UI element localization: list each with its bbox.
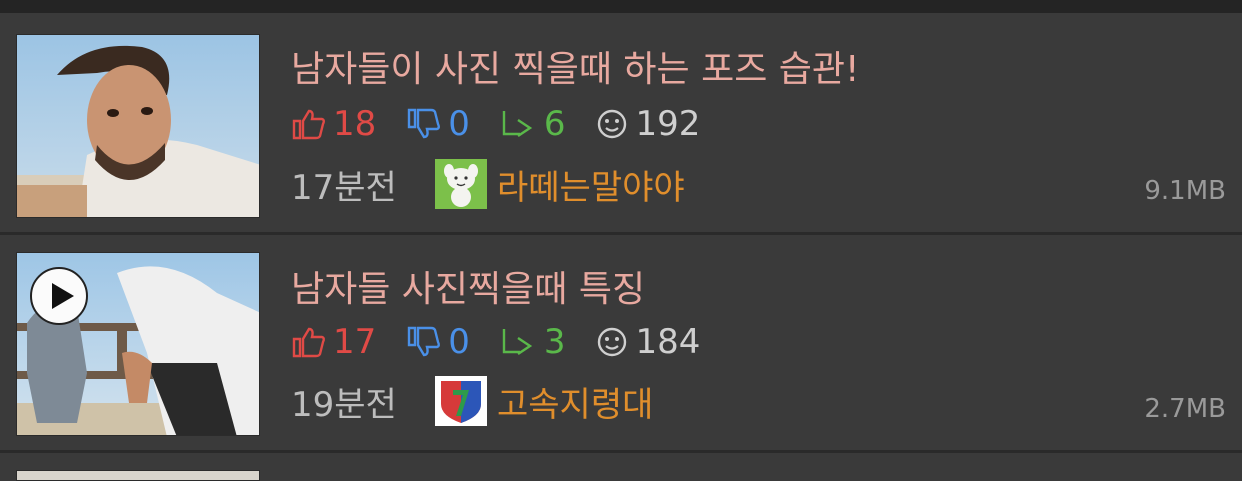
thumbs-up-icon: [292, 327, 325, 358]
dislike-stat[interactable]: 0: [406, 104, 470, 144]
cartoon-animal-avatar-icon[interactable]: [435, 159, 487, 209]
share-arrow-icon: [502, 111, 533, 137]
thumbs-up-icon: [292, 109, 325, 140]
share-count: 6: [543, 104, 566, 144]
thumbs-down-icon: [408, 326, 441, 357]
post-stats: 18 0 6 192: [291, 104, 730, 144]
list-item[interactable]: [0, 453, 1242, 481]
like-count: 18: [333, 104, 377, 144]
like-stat[interactable]: 18: [291, 104, 376, 144]
smiley-icon: [597, 327, 626, 357]
dislike-stat[interactable]: 0: [406, 322, 470, 362]
dislike-count: 0: [448, 322, 470, 362]
author-name[interactable]: 라떼는말야야: [497, 160, 685, 209]
post-meta: 19분전 고속지령대: [291, 376, 653, 426]
view-count: 184: [635, 322, 701, 362]
file-size: 2.7MB: [1144, 394, 1226, 424]
post-meta: 17분전 라떼는말야야: [291, 159, 685, 209]
smiley-icon: [597, 109, 626, 139]
post-time: 17분전: [291, 167, 397, 208]
post-time: 19분전: [291, 384, 397, 425]
dislike-count: 0: [448, 104, 470, 144]
share-stat[interactable]: 6: [500, 104, 566, 144]
post-title[interactable]: 남자들 사진찍을때 특징: [291, 260, 645, 312]
like-stat[interactable]: 17: [291, 322, 376, 362]
list-item[interactable]: 남자들 사진찍을때 특징 17 0 3 184 19분전 고속지령대 2.7MB: [0, 234, 1242, 450]
view-stat: 192: [596, 104, 701, 144]
author-name[interactable]: 고속지령대: [497, 377, 653, 426]
share-stat[interactable]: 3: [500, 322, 566, 362]
post-thumbnail[interactable]: [16, 34, 260, 218]
share-count: 3: [543, 322, 566, 362]
view-count: 192: [635, 104, 701, 144]
view-stat: 184: [596, 322, 701, 362]
like-count: 17: [333, 322, 377, 362]
shield-emblem-avatar-icon[interactable]: [435, 376, 487, 426]
file-size: 9.1MB: [1144, 176, 1226, 206]
post-thumbnail[interactable]: [16, 470, 260, 481]
post-thumbnail[interactable]: [16, 252, 260, 436]
post-stats: 17 0 3 184: [291, 322, 730, 362]
top-divider: [0, 0, 1242, 13]
share-arrow-icon: [502, 329, 533, 355]
post-title[interactable]: 남자들이 사진 찍을때 하는 포즈 습관!: [291, 40, 859, 92]
list-item[interactable]: 남자들이 사진 찍을때 하는 포즈 습관! 18 0 6 192 17분전 라떼…: [0, 16, 1242, 232]
play-video-icon[interactable]: [30, 267, 88, 325]
thumbs-down-icon: [408, 108, 441, 139]
